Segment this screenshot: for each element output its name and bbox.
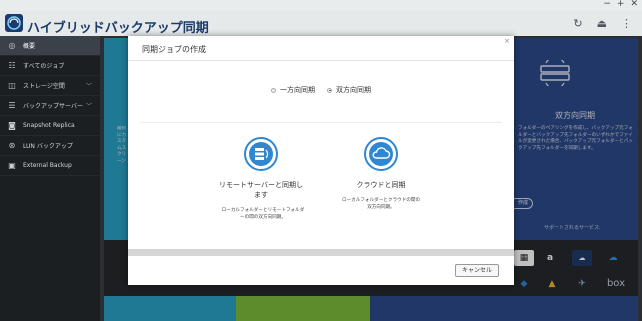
app-title: ハイブリッドバックアップ同期 (27, 21, 209, 36)
refresh-icon[interactable]: ↻ (573, 17, 582, 30)
radio-label: 一方向同期 (280, 86, 315, 94)
storage-icon: ◫ (8, 81, 16, 90)
sidebar-item-label: Snapshot Replica (23, 122, 75, 129)
external-icon: ▣ (8, 161, 16, 170)
sidebar-item-lun[interactable]: ⊛ LUN バックアップ (0, 136, 100, 156)
system-bar: − + ✕ (0, 0, 642, 11)
chevron-down-icon: ﹀ (85, 103, 92, 110)
upload-icon[interactable]: ⏏ (597, 17, 607, 30)
radio-button[interactable] (271, 87, 276, 93)
sync-mode-options: 一方向同期 双方向同期 (128, 85, 514, 95)
sidebar-item-label: ストレージ空間 (23, 83, 65, 90)
sidebar-item-external[interactable]: ▣ External Backup (0, 156, 100, 176)
desc-line: 双方向同期。 (367, 204, 395, 210)
title-line: ます (254, 191, 268, 199)
close-icon[interactable]: × (504, 37, 510, 45)
desc-line: ローカルフォルダーとクラウドの間の (341, 198, 421, 203)
title-line: リモートサーバーと同期し (219, 181, 303, 189)
maximize-button[interactable]: + (617, 0, 625, 10)
jobs-icon: ☷ (8, 61, 16, 70)
radio-one-way-sync[interactable]: 一方向同期 (271, 85, 315, 95)
remote-server-sync-title[interactable]: リモートサーバーと同期し ます (198, 180, 324, 200)
sidebar-item-label: バックアップサーバー (23, 103, 83, 110)
sidebar-item-label: External Backup (23, 162, 72, 169)
sidebar-item-all-jobs[interactable]: ☷ すべてのジョブ (0, 56, 100, 76)
desc-line: ローカルフォルダーとリモートフォルダ (221, 208, 305, 213)
remote-server-sync-icon[interactable] (244, 137, 278, 171)
server-icon: ☰ (8, 101, 16, 110)
radio-button[interactable] (327, 87, 332, 93)
dialog-title: 同期ジョブの作成 (142, 45, 206, 54)
sidebar-item-storage[interactable]: ◫ ストレージ空間 ﹀ (0, 76, 100, 96)
divider (140, 122, 502, 123)
close-window-button[interactable]: ✕ (630, 0, 638, 10)
create-sync-job-dialog: 同期ジョブの作成 × 一方向同期 双方向同期 リモートサーバーと同期し ます ロ… (128, 36, 514, 285)
sidebar-item-snapshot[interactable]: ◙ Snapshot Replica (0, 116, 100, 136)
app-logo-icon (5, 14, 23, 32)
cloud-sync-icon[interactable] (364, 137, 398, 171)
cancel-button[interactable]: キャンセル (455, 264, 499, 277)
cloud-sync-desc: ローカルフォルダーとクラウドの間の 双方向同期。 (328, 198, 434, 211)
cloud-sync-title[interactable]: クラウドと同期 (328, 180, 434, 190)
lun-icon: ⊛ (8, 141, 16, 150)
sidebar-item-label: 概要 (23, 43, 36, 50)
radio-label: 双方向同期 (336, 86, 371, 94)
minimize-button[interactable]: − (603, 0, 611, 10)
dialog-footer-bar (128, 249, 514, 256)
overview-icon: ◎ (8, 41, 16, 50)
sidebar-item-label: すべてのジョブ (23, 63, 65, 70)
remote-server-sync-desc: ローカルフォルダーとリモートフォルダ ーの間の双方向同期。 (208, 208, 318, 221)
sidebar-item-overview[interactable]: ◎ 概要 (0, 36, 100, 56)
sidebar-item-label: LUN バックアップ (23, 143, 73, 150)
divider (128, 60, 514, 61)
more-icon[interactable]: ⋮ (621, 17, 632, 30)
desc-line: ーの間の双方向同期。 (240, 214, 286, 220)
snapshot-icon: ◙ (8, 121, 16, 130)
sidebar: ◎ 概要 ☷ すべてのジョブ ◫ ストレージ空間 ﹀ ☰ バックアップサーバー … (0, 36, 100, 321)
sidebar-item-backup-server[interactable]: ☰ バックアップサーバー ﹀ (0, 96, 100, 116)
radio-two-way-sync[interactable]: 双方向同期 (327, 85, 371, 95)
chevron-down-icon: ﹀ (85, 83, 92, 90)
